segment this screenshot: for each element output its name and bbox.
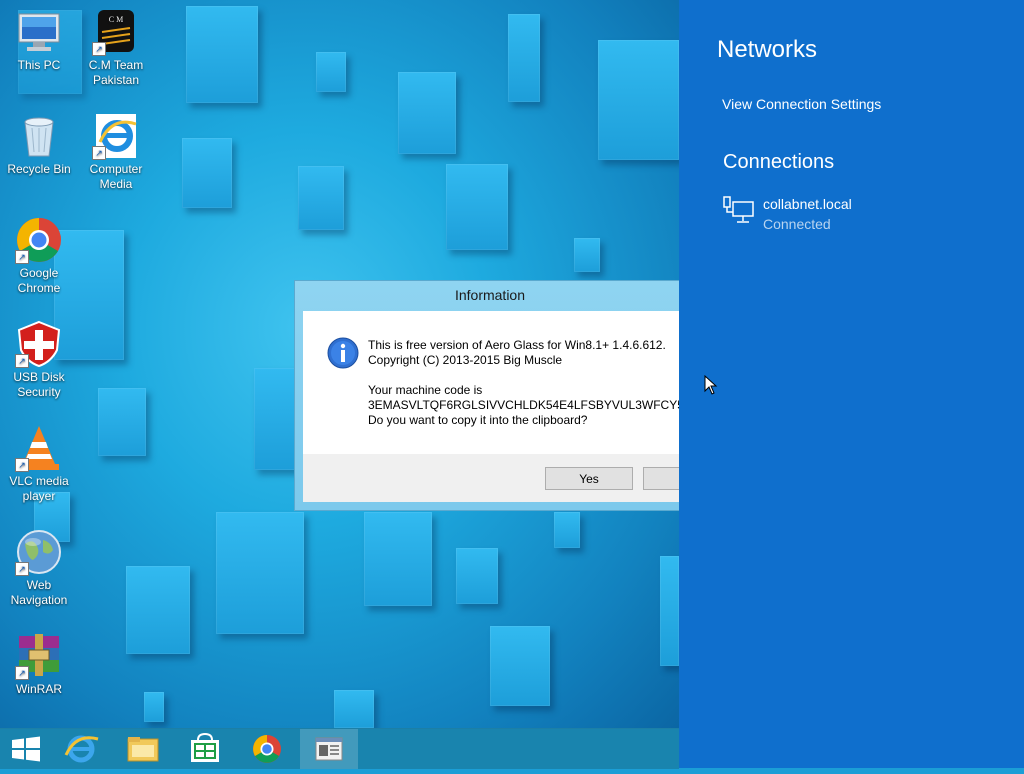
message-line: This is free version of Aero Glass for W… [368, 338, 666, 352]
mouse-cursor-icon [704, 374, 718, 400]
chrome-icon: ↗ [15, 216, 63, 264]
dialog-message: This is free version of Aero Glass for W… [368, 338, 679, 428]
desktop-icon-winrar[interactable]: ↗ WinRAR [1, 632, 77, 697]
shortcut-arrow-icon: ↗ [15, 562, 29, 576]
taskbar-file-explorer[interactable] [114, 729, 172, 769]
shortcut-arrow-icon: ↗ [15, 458, 29, 472]
file-explorer-icon [127, 737, 159, 762]
info-icon [327, 337, 359, 374]
shield-icon: ↗ [15, 320, 63, 368]
connections-heading: Connections [723, 151, 835, 173]
globe-icon: ↗ [15, 528, 63, 576]
cm-team-icon: C M ↗ [92, 8, 140, 56]
view-connection-settings-link[interactable]: View Connection Settings [722, 96, 881, 112]
winrar-icon: ↗ [15, 632, 63, 680]
desktop-icon-label: WinRAR [15, 682, 62, 696]
shortcut-arrow-icon: ↗ [15, 250, 29, 264]
dialog-footer: Yes [303, 454, 679, 502]
desktop-icon-vlc-media-player[interactable]: ↗ VLC media player [1, 424, 77, 504]
vlc-icon: ↗ [15, 424, 63, 472]
information-dialog: Information This is free version of Aero… [294, 280, 679, 511]
message-line [368, 368, 679, 383]
shortcut-arrow-icon: ↗ [92, 42, 106, 56]
shortcut-arrow-icon: ↗ [92, 146, 106, 160]
store-icon [191, 732, 219, 762]
taskbar [0, 728, 679, 769]
desktop-icon-label: USB Disk Security [13, 370, 65, 399]
taskbar-aero-glass-app[interactable] [300, 729, 358, 769]
start-icon [12, 736, 40, 762]
message-line: Your machine code is [368, 383, 483, 397]
message-line: Do you want to copy it into the clipboar… [368, 413, 588, 427]
internet-explorer-icon [64, 735, 99, 763]
this-pc-icon [15, 8, 63, 56]
desktop-icon-label: Web Navigation [10, 578, 68, 607]
networks-pane: Networks View Connection Settings Connec… [679, 0, 1024, 768]
desktop-icon-usb-disk-security[interactable]: ↗ USB Disk Security [1, 320, 77, 400]
desktop-icon-label: Recycle Bin [7, 162, 71, 176]
desktop-icon-label: This PC [17, 58, 61, 72]
machine-code-text: 3EMASVLTQF6RGLSIVVCHLDK54E4LFSBYVUL3WFCY… [368, 398, 679, 412]
taskbar-store[interactable] [176, 729, 234, 769]
connection-item[interactable]: collabnet.local Connected [723, 194, 1003, 238]
dialog-title: Information [454, 287, 526, 303]
yes-button[interactable]: Yes [545, 467, 633, 490]
message-line: Copyright (C) 2013-2015 Big Muscle [368, 353, 563, 367]
desktop-icon-web-navigation[interactable]: ↗ Web Navigation [1, 528, 77, 608]
networks-title: Networks [717, 36, 818, 63]
desktop-icon-label: VLC media player [9, 474, 69, 503]
desktop: This PC C M ↗ C.M Team Pakistan Recycle … [0, 0, 679, 728]
start-button[interactable] [0, 729, 58, 769]
desktop-icon-google-chrome[interactable]: ↗ Google Chrome [1, 216, 77, 296]
connection-status: Connected [763, 216, 831, 232]
connection-name: collabnet.local [763, 196, 852, 212]
desktop-icon-recycle-bin[interactable]: Recycle Bin [1, 112, 77, 177]
desktop-icon-label: Google Chrome [17, 266, 61, 295]
ethernet-icon [723, 196, 755, 231]
desktop-icon-label: Computer Media [89, 162, 143, 191]
recycle-bin-icon [15, 112, 63, 160]
desktop-icon-cm-team[interactable]: C M ↗ C.M Team Pakistan [78, 8, 154, 88]
shortcut-arrow-icon: ↗ [15, 354, 29, 368]
aero-glass-app-icon [315, 737, 343, 761]
dialog-content: This is free version of Aero Glass for W… [303, 311, 679, 502]
desktop-icon-label: C.M Team Pakistan [88, 58, 144, 87]
internet-explorer-icon: ↗ [92, 112, 140, 160]
desktop-icon-computer-media[interactable]: ↗ Computer Media [78, 112, 154, 192]
desktop-icon-this-pc[interactable]: This PC [1, 8, 77, 73]
chrome-icon [253, 735, 281, 763]
taskbar-internet-explorer[interactable] [52, 729, 110, 769]
shortcut-arrow-icon: ↗ [15, 666, 29, 680]
no-button[interactable] [643, 467, 679, 490]
svg-text:C M: C M [109, 15, 123, 24]
taskbar-chrome[interactable] [238, 729, 296, 769]
